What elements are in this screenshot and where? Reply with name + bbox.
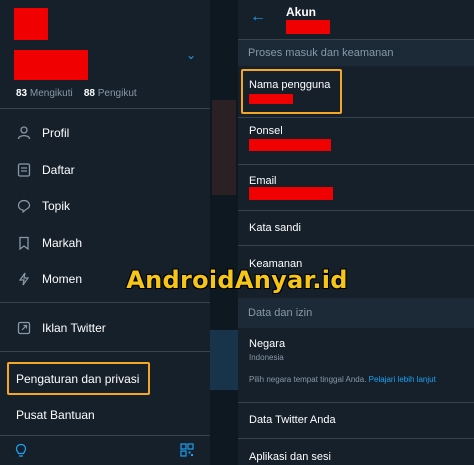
row-separator [238,210,474,211]
navigation-drawer: ⌄ 83 Mengikuti 88 Pengikut Profil Daftar… [0,0,210,465]
list-icon [16,162,32,178]
watermark-text: AndroidAnyar.id [126,266,348,294]
username-highlight [241,69,342,114]
menu-item-settings-privacy[interactable]: Pengaturan dan privasi [16,372,139,386]
learn-more-link[interactable]: Pelajari lebih lanjut [369,375,436,384]
divider [0,302,210,303]
country-value: Indonesia [249,353,284,362]
account-settings-screen: ← Akun Proses masuk dan keamanan Nama pe… [238,0,474,465]
header: ← Akun [238,0,474,40]
account-switch-chevron-icon[interactable]: ⌄ [186,48,196,62]
drawer-bottom-bar [0,435,210,465]
profile-name-redacted [14,50,88,80]
menu-item-label: Daftar [42,163,75,177]
menu-item-label: Iklan Twitter [42,321,106,335]
timeline-image-fragment [210,330,238,390]
menu-item-iklan-twitter[interactable]: Iklan Twitter [16,314,106,342]
background-timeline-strip [210,0,238,465]
followers-label[interactable]: Pengikut [98,88,137,99]
following-label[interactable]: Mengikuti [30,88,73,99]
followers-count[interactable]: 88 [84,88,95,99]
row-separator [238,402,474,403]
menu-item-markah[interactable]: Markah [16,229,82,257]
lightbulb-icon[interactable] [14,443,28,464]
handle-redacted [286,20,330,34]
avatar-redacted[interactable] [14,8,48,40]
back-arrow-icon[interactable]: ← [250,8,266,26]
menu-item-topik[interactable]: Topik [16,192,70,220]
apps-sessions-label[interactable]: Aplikasi dan sesi [249,451,331,463]
email-value-redacted [249,187,333,200]
row-separator [238,164,474,165]
menu-item-daftar[interactable]: Daftar [16,156,75,184]
menu-item-help-center[interactable]: Pusat Bantuan [16,408,95,422]
menu-item-label: Profil [42,126,70,140]
country-label[interactable]: Negara [249,338,285,350]
topic-icon [16,198,32,214]
row-separator [238,438,474,439]
username-label[interactable]: Nama pengguna [249,79,330,91]
section-header-login-security: Proses masuk dan keamanan [238,40,474,66]
country-note-text: Pilih negara tempat tinggal Anda. [249,375,367,384]
phone-value-redacted [249,139,331,151]
row-separator [238,117,474,118]
menu-item-profil[interactable]: Profil [16,119,69,147]
menu-item-label: Markah [42,236,83,250]
page-title: Akun [286,5,316,19]
menu-item-label: Topik [42,199,71,213]
timeline-image-fragment [212,100,236,195]
qr-code-icon[interactable] [180,443,194,462]
follow-stats: 83 Mengikuti 88 Pengikut [16,88,137,99]
country-note: Pilih negara tempat tinggal Anda. Pelaja… [249,374,467,385]
divider [0,351,210,352]
email-label[interactable]: Email [249,175,277,187]
username-value-redacted [249,94,293,104]
password-label[interactable]: Kata sandi [249,222,301,234]
divider [0,108,210,109]
phone-label[interactable]: Ponsel [249,125,283,137]
twitter-data-label[interactable]: Data Twitter Anda [249,414,336,426]
following-count[interactable]: 83 [16,88,27,99]
external-link-icon [16,320,32,336]
bookmark-icon [16,235,32,251]
row-separator [238,245,474,246]
section-header-data-permissions: Data dan izin [238,298,474,328]
person-icon [16,125,32,141]
